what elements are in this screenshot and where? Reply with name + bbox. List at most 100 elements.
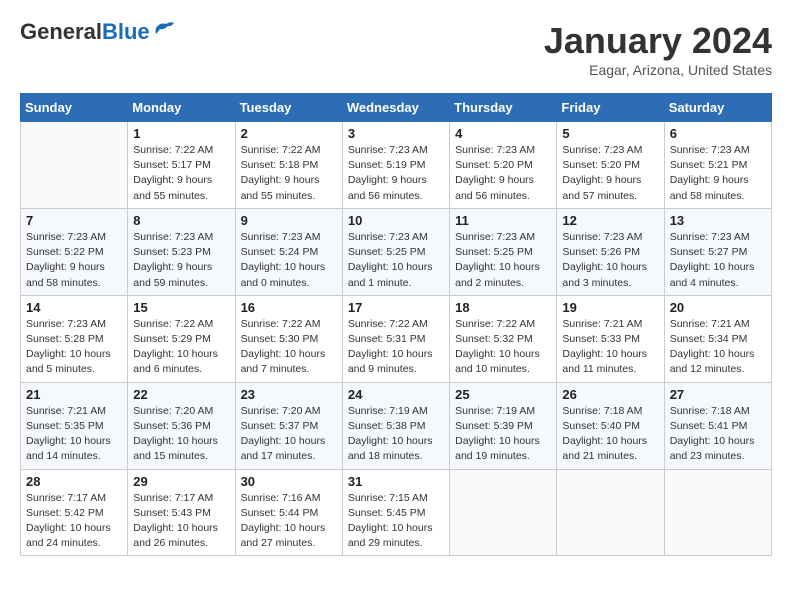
day-info: Sunrise: 7:16 AM Sunset: 5:44 PM Dayligh…	[241, 491, 337, 552]
calendar-cell: 31 Sunrise: 7:15 AM Sunset: 5:45 PM Dayli…	[342, 469, 449, 556]
day-info: Sunrise: 7:21 AM Sunset: 5:34 PM Dayligh…	[670, 317, 766, 378]
day-number: 8	[133, 213, 229, 228]
day-info: Sunrise: 7:15 AM Sunset: 5:45 PM Dayligh…	[348, 491, 444, 552]
month-title: January 2024	[544, 20, 772, 62]
day-number: 25	[455, 387, 551, 402]
day-number: 3	[348, 126, 444, 141]
calendar-cell: 13 Sunrise: 7:23 AM Sunset: 5:27 PM Dayli…	[664, 208, 771, 295]
day-info: Sunrise: 7:19 AM Sunset: 5:38 PM Dayligh…	[348, 404, 444, 465]
calendar-week-row: 7Sunrise: 7:23 AM Sunset: 5:22 PM Daylig…	[21, 208, 772, 295]
day-info: Sunrise: 7:17 AM Sunset: 5:42 PM Dayligh…	[26, 491, 122, 552]
calendar-cell: 17Sunrise: 7:22 AM Sunset: 5:31 PM Dayli…	[342, 295, 449, 382]
calendar-cell: 26 Sunrise: 7:18 AM Sunset: 5:40 PM Dayli…	[557, 382, 664, 469]
day-info: Sunrise: 7:18 AM Sunset: 5:40 PM Dayligh…	[562, 404, 658, 465]
day-info: Sunrise: 7:23 AM Sunset: 5:22 PM Dayligh…	[26, 230, 122, 291]
column-header-tuesday: Tuesday	[235, 94, 342, 122]
logo-text: GeneralBlue	[20, 20, 150, 44]
day-number: 11	[455, 213, 551, 228]
day-info: Sunrise: 7:17 AM Sunset: 5:43 PM Dayligh…	[133, 491, 229, 552]
column-header-sunday: Sunday	[21, 94, 128, 122]
day-info: Sunrise: 7:21 AM Sunset: 5:33 PM Dayligh…	[562, 317, 658, 378]
calendar-cell: 15 Sunrise: 7:22 AM Sunset: 5:29 PM Dayli…	[128, 295, 235, 382]
calendar-cell: 9 Sunrise: 7:23 AM Sunset: 5:24 PM Daylig…	[235, 208, 342, 295]
day-number: 17	[348, 300, 444, 315]
day-number: 1	[133, 126, 229, 141]
day-number: 20	[670, 300, 766, 315]
calendar-cell: 1Sunrise: 7:22 AM Sunset: 5:17 PM Daylig…	[128, 122, 235, 209]
calendar-header-row: SundayMondayTuesdayWednesdayThursdayFrid…	[21, 94, 772, 122]
calendar-cell: 24 Sunrise: 7:19 AM Sunset: 5:38 PM Dayli…	[342, 382, 449, 469]
day-number: 26	[562, 387, 658, 402]
day-number: 9	[241, 213, 337, 228]
calendar-week-row: 21Sunrise: 7:21 AM Sunset: 5:35 PM Dayli…	[21, 382, 772, 469]
calendar-cell: 11 Sunrise: 7:23 AM Sunset: 5:25 PM Dayli…	[450, 208, 557, 295]
logo: GeneralBlue	[20, 20, 176, 44]
calendar-cell: 5 Sunrise: 7:23 AM Sunset: 5:20 PM Daylig…	[557, 122, 664, 209]
day-number: 2	[241, 126, 337, 141]
calendar-cell: 25 Sunrise: 7:19 AM Sunset: 5:39 PM Dayli…	[450, 382, 557, 469]
calendar-cell: 19 Sunrise: 7:21 AM Sunset: 5:33 PM Dayli…	[557, 295, 664, 382]
column-header-saturday: Saturday	[664, 94, 771, 122]
calendar-cell: 20 Sunrise: 7:21 AM Sunset: 5:34 PM Dayli…	[664, 295, 771, 382]
day-number: 30	[241, 474, 337, 489]
calendar-cell: 12 Sunrise: 7:23 AM Sunset: 5:26 PM Dayli…	[557, 208, 664, 295]
calendar-cell: 29 Sunrise: 7:17 AM Sunset: 5:43 PM Dayli…	[128, 469, 235, 556]
day-info: Sunrise: 7:23 AM Sunset: 5:21 PM Dayligh…	[670, 143, 766, 204]
day-info: Sunrise: 7:23 AM Sunset: 5:23 PM Dayligh…	[133, 230, 229, 291]
day-number: 27	[670, 387, 766, 402]
calendar-cell	[664, 469, 771, 556]
day-number: 16	[241, 300, 337, 315]
day-info: Sunrise: 7:23 AM Sunset: 5:27 PM Dayligh…	[670, 230, 766, 291]
day-number: 14	[26, 300, 122, 315]
day-info: Sunrise: 7:19 AM Sunset: 5:39 PM Dayligh…	[455, 404, 551, 465]
title-area: January 2024 Eagar, Arizona, United Stat…	[544, 20, 772, 78]
calendar-cell: 16 Sunrise: 7:22 AM Sunset: 5:30 PM Dayli…	[235, 295, 342, 382]
calendar-cell: 3Sunrise: 7:23 AM Sunset: 5:19 PM Daylig…	[342, 122, 449, 209]
calendar-cell: 14 Sunrise: 7:23 AM Sunset: 5:28 PM Dayli…	[21, 295, 128, 382]
calendar-cell: 4 Sunrise: 7:23 AM Sunset: 5:20 PM Daylig…	[450, 122, 557, 209]
day-number: 5	[562, 126, 658, 141]
day-info: Sunrise: 7:22 AM Sunset: 5:29 PM Dayligh…	[133, 317, 229, 378]
day-number: 13	[670, 213, 766, 228]
calendar-table: SundayMondayTuesdayWednesdayThursdayFrid…	[20, 93, 772, 556]
day-number: 18	[455, 300, 551, 315]
day-number: 28	[26, 474, 122, 489]
day-number: 4	[455, 126, 551, 141]
logo-blue: Blue	[102, 19, 150, 44]
day-info: Sunrise: 7:23 AM Sunset: 5:28 PM Dayligh…	[26, 317, 122, 378]
day-number: 12	[562, 213, 658, 228]
day-info: Sunrise: 7:18 AM Sunset: 5:41 PM Dayligh…	[670, 404, 766, 465]
column-header-thursday: Thursday	[450, 94, 557, 122]
calendar-cell: 8 Sunrise: 7:23 AM Sunset: 5:23 PM Daylig…	[128, 208, 235, 295]
column-header-friday: Friday	[557, 94, 664, 122]
day-info: Sunrise: 7:20 AM Sunset: 5:36 PM Dayligh…	[133, 404, 229, 465]
day-info: Sunrise: 7:23 AM Sunset: 5:20 PM Dayligh…	[562, 143, 658, 204]
day-number: 15	[133, 300, 229, 315]
calendar-cell: 6Sunrise: 7:23 AM Sunset: 5:21 PM Daylig…	[664, 122, 771, 209]
day-info: Sunrise: 7:23 AM Sunset: 5:20 PM Dayligh…	[455, 143, 551, 204]
day-info: Sunrise: 7:23 AM Sunset: 5:25 PM Dayligh…	[348, 230, 444, 291]
column-header-wednesday: Wednesday	[342, 94, 449, 122]
calendar-week-row: 28 Sunrise: 7:17 AM Sunset: 5:42 PM Dayli…	[21, 469, 772, 556]
day-info: Sunrise: 7:23 AM Sunset: 5:26 PM Dayligh…	[562, 230, 658, 291]
day-number: 19	[562, 300, 658, 315]
day-info: Sunrise: 7:23 AM Sunset: 5:24 PM Dayligh…	[241, 230, 337, 291]
calendar-cell: 23Sunrise: 7:20 AM Sunset: 5:37 PM Dayli…	[235, 382, 342, 469]
location-subtitle: Eagar, Arizona, United States	[544, 62, 772, 78]
day-number: 31	[348, 474, 444, 489]
calendar-cell: 21Sunrise: 7:21 AM Sunset: 5:35 PM Dayli…	[21, 382, 128, 469]
day-info: Sunrise: 7:22 AM Sunset: 5:32 PM Dayligh…	[455, 317, 551, 378]
day-info: Sunrise: 7:20 AM Sunset: 5:37 PM Dayligh…	[241, 404, 337, 465]
page-header: GeneralBlue January 2024 Eagar, Arizona,…	[20, 20, 772, 78]
day-number: 22	[133, 387, 229, 402]
day-info: Sunrise: 7:23 AM Sunset: 5:25 PM Dayligh…	[455, 230, 551, 291]
day-number: 29	[133, 474, 229, 489]
day-number: 21	[26, 387, 122, 402]
calendar-cell: 22 Sunrise: 7:20 AM Sunset: 5:36 PM Dayli…	[128, 382, 235, 469]
day-number: 24	[348, 387, 444, 402]
day-info: Sunrise: 7:22 AM Sunset: 5:30 PM Dayligh…	[241, 317, 337, 378]
day-number: 10	[348, 213, 444, 228]
calendar-cell	[21, 122, 128, 209]
day-info: Sunrise: 7:22 AM Sunset: 5:18 PM Dayligh…	[241, 143, 337, 204]
column-header-monday: Monday	[128, 94, 235, 122]
